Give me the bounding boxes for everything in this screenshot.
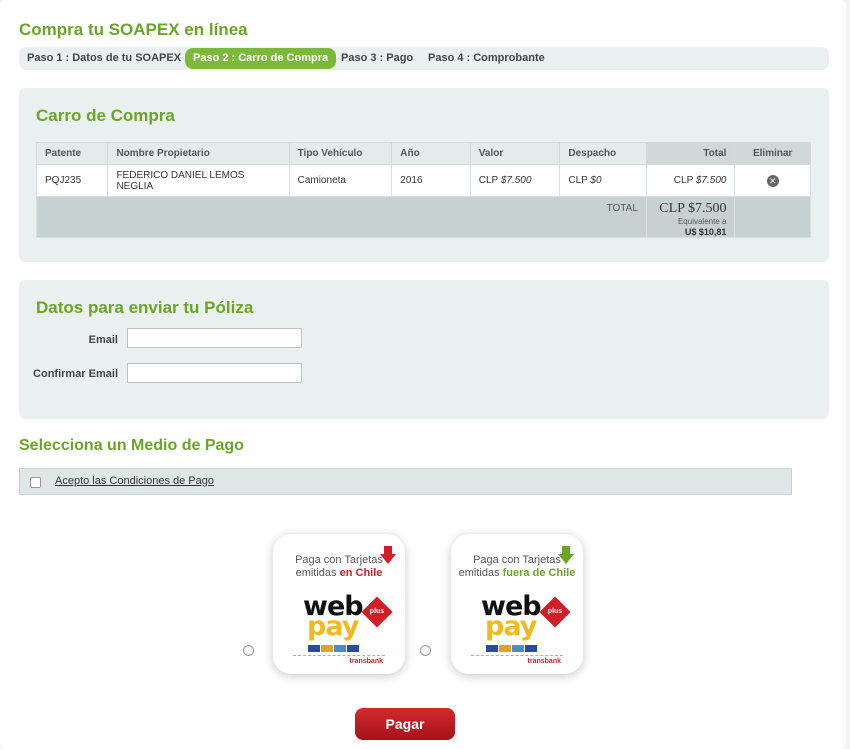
cart-box: Carro de Compra Patente Nombre Propietar… (19, 88, 829, 262)
radio-chile[interactable] (243, 645, 254, 656)
step-2-active[interactable]: Paso 2 : Carro de Compra (185, 48, 337, 69)
confirm-email-label: Confirmar Email (33, 368, 118, 380)
email-label: Email (88, 334, 118, 346)
card-foreign-line2b: fuera de Chile (502, 567, 576, 579)
card-brands-icon (486, 639, 548, 652)
table-row: PQJ235 FEDERICO DANIEL LEMOS NEGLIA Cami… (35, 164, 811, 197)
remove-icon[interactable]: ✕ (766, 174, 779, 187)
cart-title: Carro de Compra (36, 106, 175, 125)
webpay-logo-pay: pay (485, 611, 537, 642)
col-despacho: Despacho (559, 142, 647, 165)
col-patente: Patente (35, 142, 109, 165)
valor-amount: $7.500 (500, 175, 532, 186)
poliza-title: Datos para enviar tu Póliza (36, 298, 254, 317)
col-tipo: Tipo Vehículo (288, 142, 393, 165)
cart-table: Patente Nombre Propietario Tipo Vehículo… (35, 142, 811, 238)
card-brands-icon (308, 639, 370, 652)
col-propietario: Nombre Propietario (107, 142, 290, 165)
pay-button[interactable]: Pagar (355, 708, 455, 740)
card-foreign-line2: emitidas fuera de Chile (451, 567, 583, 580)
despacho-prefix: CLP (568, 175, 588, 186)
card-chile-line2: emitidas en Chile (273, 567, 405, 580)
transbank-logo: transbank (527, 658, 561, 665)
main-panel: Compra tu SOAPEX en línea Paso 1 : Datos… (0, 0, 846, 749)
page-title: Compra tu SOAPEX en línea (19, 20, 248, 39)
plus-label: plus (369, 608, 385, 615)
total-summary: CLP $7.500 Equivalente a U$ $10,81 (645, 196, 736, 238)
webpay-plus-badge: plus (539, 596, 571, 628)
poliza-box: Datos para enviar tu Póliza Email Confir… (19, 280, 829, 419)
accept-conditions-link[interactable]: Acepto las Condiciones de Pago (55, 475, 214, 487)
cell-eliminar: ✕ (734, 164, 811, 197)
arrow-down-red-icon (380, 546, 396, 564)
summary-empty (734, 196, 811, 238)
webpay-plus-badge: plus (361, 596, 393, 628)
transbank-logo: transbank (349, 658, 383, 665)
divider (293, 655, 385, 656)
despacho-amount: $0 (590, 175, 602, 186)
col-total: Total (645, 142, 736, 165)
card-chile-line2b: en Chile (339, 567, 383, 579)
cell-valor: CLP $7.500 (469, 164, 561, 197)
accept-bar: Acepto las Condiciones de Pago (19, 468, 792, 495)
step-3[interactable]: Paso 3 : Pago (341, 47, 413, 70)
confirm-email-field[interactable] (127, 363, 302, 383)
usd-amount: U$ $10,81 (684, 227, 727, 237)
valor-prefix: CLP (478, 175, 499, 186)
plus-label: plus (547, 608, 563, 615)
total-prefix: CLP (673, 175, 694, 186)
step-1[interactable]: Paso 1 : Datos de tu SOAPEX (27, 47, 181, 70)
col-valor: Valor (469, 142, 561, 165)
cell-total: CLP $7.500 (645, 164, 736, 197)
arrow-down-green-icon (558, 546, 574, 564)
email-field[interactable] (127, 328, 302, 348)
cell-patente: PQJ235 (35, 164, 109, 197)
card-chile-line2a: emitidas (295, 567, 340, 579)
payment-title: Selecciona un Medio de Pago (19, 437, 244, 454)
webpay-foreign-card[interactable]: Paga con Tarjetas emitidas fuera de Chil… (451, 534, 583, 674)
col-anio: Año (391, 142, 471, 165)
radio-extranjero[interactable] (420, 645, 431, 656)
cell-propietario: FEDERICO DANIEL LEMOS NEGLIA (107, 164, 290, 197)
card-foreign-line2a: emitidas (458, 567, 503, 579)
webpay-chile-card[interactable]: Paga con Tarjetas emitidas en Chile web … (273, 534, 405, 674)
webpay-logo-pay: pay (307, 611, 359, 642)
accept-checkbox[interactable] (30, 477, 41, 488)
step-4[interactable]: Paso 4 : Comprobante (428, 47, 545, 70)
summary-row: TOTAL CLP $7.500 Equivalente a U$ $10,81 (36, 196, 811, 238)
total-amount-summary: CLP $7.500 (659, 201, 727, 216)
divider (471, 655, 563, 656)
cell-anio: 2016 (391, 164, 471, 197)
total-amount: $7.500 (695, 175, 727, 186)
cart-header-row: Patente Nombre Propietario Tipo Vehículo… (35, 142, 811, 165)
col-eliminar: Eliminar (734, 142, 811, 165)
equiv-label: Equivalente a (677, 217, 727, 226)
step-bar: Paso 1 : Datos de tu SOAPEX Paso 2 : Car… (19, 47, 829, 70)
cell-despacho: CLP $0 (559, 164, 647, 197)
total-label: TOTAL (36, 196, 647, 238)
cell-tipo: Camioneta (288, 164, 393, 197)
